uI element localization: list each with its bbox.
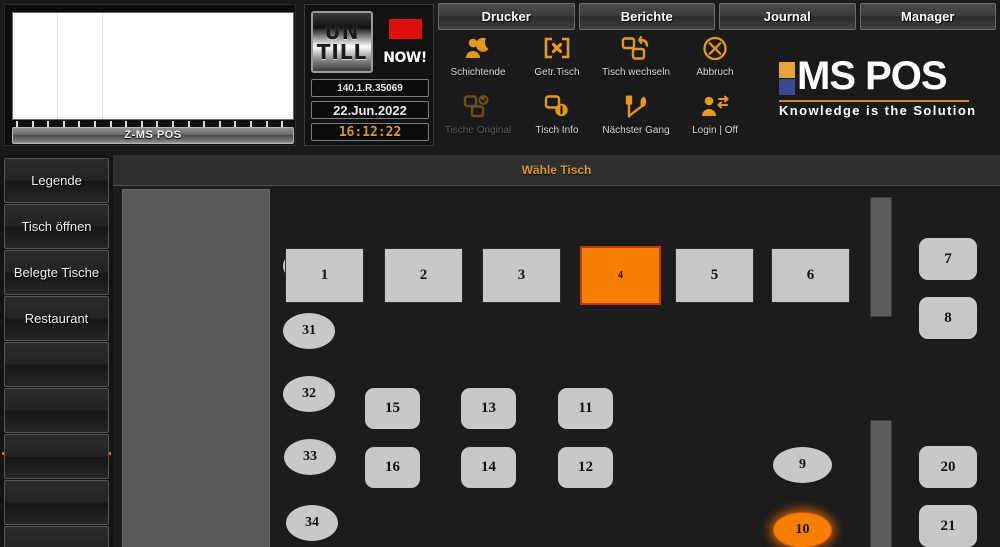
table-info-icon xyxy=(541,91,573,125)
tool-tisch-info[interactable]: Tisch Info xyxy=(517,91,597,146)
now-badge: NOW! xyxy=(383,47,427,69)
table-5[interactable]: 5 xyxy=(675,248,754,303)
brand-square-orange-icon xyxy=(779,62,795,78)
brand-square-blue-icon xyxy=(779,79,795,95)
tab-manager[interactable]: Manager xyxy=(859,3,996,30)
tool-login-off[interactable]: Login | Off xyxy=(675,91,755,146)
icon-toolbar: Schichtende Getr.Tisch Tisch wechseln Abbru… xyxy=(438,33,768,148)
sidebar-item-empty-4[interactable] xyxy=(4,480,109,525)
table-8[interactable]: 8 xyxy=(919,297,977,339)
table-20[interactable]: 20 xyxy=(919,446,977,488)
order-scrollbar[interactable]: Z-MS POS xyxy=(12,127,294,144)
order-column-divider xyxy=(102,13,103,119)
sidebar-item-empty-2[interactable] xyxy=(4,388,109,433)
table-33[interactable]: 33 xyxy=(284,439,336,475)
tab-berichte[interactable]: Berichte xyxy=(578,3,715,30)
pos-application: Z-MS POS UN TILL NOW! 140.1.R.35069 22.J… xyxy=(0,0,1000,547)
table-11[interactable]: 11 xyxy=(558,388,613,429)
tab-drucker[interactable]: Drucker xyxy=(438,3,575,30)
sidebar-item-restaurant[interactable]: Restaurant xyxy=(4,296,109,341)
table-32[interactable]: 32 xyxy=(283,376,335,412)
ms-pos-logo: MS POS Knowledge is the Solution xyxy=(775,54,990,118)
top-tab-bar: Drucker Berichte Journal Manager xyxy=(438,3,996,30)
untill-logo-icon: UN TILL xyxy=(311,11,373,73)
tool-getr-tisch-label: Getr.Tisch xyxy=(534,67,580,78)
person-switch-icon xyxy=(699,91,731,125)
tool-login-off-label: Login | Off xyxy=(692,125,738,136)
untill-logo-line1: UN xyxy=(324,20,360,44)
version-field: 140.1.R.35069 xyxy=(311,79,429,97)
swap-tables-icon xyxy=(620,33,652,67)
wall-lower xyxy=(870,420,892,547)
table-21[interactable]: 21 xyxy=(919,505,977,547)
tool-naechster-gang-label: Nächster Gang xyxy=(602,125,670,136)
order-column-divider xyxy=(57,13,58,119)
table-16[interactable]: 16 xyxy=(365,447,420,488)
bar-zone-panel xyxy=(122,189,270,547)
brand-tagline: Knowledge is the Solution xyxy=(779,103,977,118)
table-9[interactable]: 9 xyxy=(773,447,832,483)
table-1[interactable]: 1 xyxy=(285,248,364,303)
tool-abbruch[interactable]: Abbruch xyxy=(675,33,755,88)
table-14[interactable]: 14 xyxy=(461,447,516,488)
table-12[interactable]: 12 xyxy=(558,447,613,488)
split-table-icon xyxy=(541,33,573,67)
untill-status-panel: UN TILL NOW! 140.1.R.35069 22.Jun.2022 1… xyxy=(304,4,434,146)
brand-title: MS POS xyxy=(797,54,948,98)
untill-logo-line2: TILL xyxy=(316,40,368,64)
tool-schichtende-label: Schichtende xyxy=(450,67,506,78)
recording-indicator-icon xyxy=(389,19,422,39)
table-2[interactable]: 2 xyxy=(384,248,463,303)
table-3[interactable]: 3 xyxy=(482,248,561,303)
table-34[interactable]: 34 xyxy=(286,505,338,541)
sidebar-item-belegte-tische[interactable]: Belegte Tische xyxy=(4,250,109,295)
wall-upper xyxy=(870,197,892,317)
table-6[interactable]: 6 xyxy=(771,248,850,303)
table-4[interactable]: 4 xyxy=(580,246,661,305)
tool-tisch-info-label: Tisch Info xyxy=(535,125,579,136)
fork-knife-icon xyxy=(620,91,652,125)
table-13[interactable]: 13 xyxy=(461,388,516,429)
header-bar: Z-MS POS UN TILL NOW! 140.1.R.35069 22.J… xyxy=(0,0,1000,152)
page-title: Wähle Tisch xyxy=(521,163,592,177)
left-sidebar: Legende Tisch öffnen Belegte Tische Restaur… xyxy=(0,155,113,547)
table-10[interactable]: 10 xyxy=(773,512,832,547)
tool-tische-original-label: Tische Original xyxy=(444,125,512,136)
cancel-x-icon xyxy=(699,33,731,67)
main-panel: Wähle Tisch 3031323334123456781513111614… xyxy=(113,155,1000,547)
tables-check-icon xyxy=(462,91,494,125)
sidebar-item-empty-1[interactable] xyxy=(4,342,109,387)
tool-abbruch-label: Abbruch xyxy=(696,67,734,78)
sidebar-item-legende[interactable]: Legende xyxy=(4,158,109,203)
floor-plan: 3031323334123456781513111614129102021 xyxy=(113,185,1000,547)
date-field: 22.Jun.2022 xyxy=(311,101,429,119)
order-panel: Z-MS POS xyxy=(4,4,296,146)
tool-naechster-gang[interactable]: Nächster Gang xyxy=(596,91,676,146)
sidebar-item-empty-5[interactable] xyxy=(4,526,109,547)
table-15[interactable]: 15 xyxy=(365,388,420,429)
tool-schichtende[interactable]: Schichtende xyxy=(438,33,518,88)
brand-rule xyxy=(779,100,969,102)
table-31[interactable]: 31 xyxy=(283,313,335,349)
tool-tisch-wechseln[interactable]: Tisch wechseln xyxy=(596,33,676,88)
person-moon-icon xyxy=(462,33,494,67)
order-line-list[interactable] xyxy=(12,12,294,120)
tool-tische-original: Tische Original xyxy=(438,91,518,146)
time-field: 16:12:22 xyxy=(311,123,429,141)
tool-getr-tisch[interactable]: Getr.Tisch xyxy=(517,33,597,88)
sidebar-item-empty-3[interactable] xyxy=(4,434,109,479)
tool-tisch-wechseln-label: Tisch wechseln xyxy=(602,67,670,78)
table-7[interactable]: 7 xyxy=(919,238,977,280)
sidebar-item-tisch-oeffnen[interactable]: Tisch öffnen xyxy=(4,204,109,249)
tab-journal[interactable]: Journal xyxy=(719,3,856,30)
